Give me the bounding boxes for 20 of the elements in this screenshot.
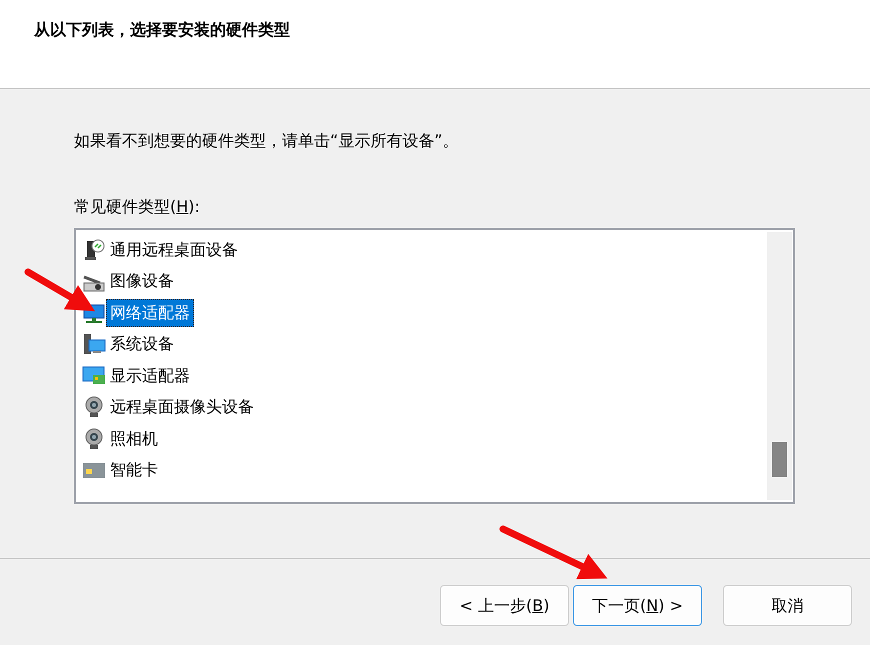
computer-icon — [82, 332, 106, 356]
scrollbar[interactable] — [767, 232, 792, 500]
wizard-button[interactable]: < 上一步(B) — [440, 585, 569, 626]
header-title: 从以下列表，选择要安装的硬件类型 — [34, 19, 291, 41]
wizard-button[interactable]: 取消 — [723, 585, 852, 626]
hardware-type-item[interactable]: 网络适配器 — [106, 298, 194, 327]
wizard-button[interactable]: 下一页(N) > — [573, 585, 702, 626]
scrollbar-thumb[interactable] — [772, 442, 787, 477]
remote-desktop-icon — [82, 238, 106, 262]
hardware-type-item[interactable]: 通用远程桌面设备 — [106, 236, 242, 264]
hardware-type-item[interactable]: 照相机 — [106, 424, 162, 453]
hardware-type-item[interactable]: 图像设备 — [106, 267, 178, 296]
hardware-type-item[interactable]: 系统设备 — [106, 330, 178, 358]
hardware-type-item[interactable]: 显示适配器 — [106, 362, 194, 390]
instruction-text: 如果看不到想要的硬件类型，请单击“显示所有设备”。 — [74, 130, 460, 152]
hardware-type-list[interactable]: 通用远程桌面设备 图像设备 网络适配器 系统设备 显示适配器 远程桌面摄像头设备 照相机 智能卡 — [74, 228, 795, 504]
annotation-arrow — [24, 268, 96, 312]
list-label: 常见硬件类型(H): — [74, 196, 201, 218]
hardware-type-item[interactable]: 远程桌面摄像头设备 — [106, 393, 258, 422]
hardware-type-item[interactable]: 智能卡 — [106, 456, 162, 484]
